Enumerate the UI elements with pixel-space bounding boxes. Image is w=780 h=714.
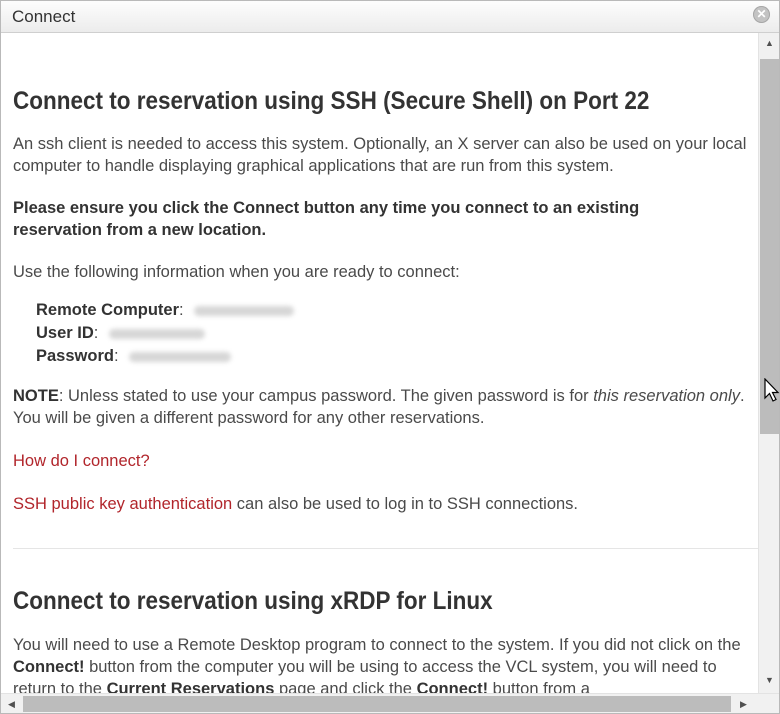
- scroll-down-arrow-icon[interactable]: ▼: [759, 672, 779, 689]
- remote-computer-value-redacted: [194, 305, 295, 316]
- current-reservations-bold: Current Reservations: [106, 680, 275, 693]
- ssh-warning: Please ensure you click the Connect butt…: [13, 199, 640, 239]
- password-label: Password: [36, 347, 114, 365]
- how-connect-row: How do I connect?: [13, 450, 758, 472]
- xrdp-heading: Connect to reservation using xRDP for Li…: [13, 587, 493, 615]
- password-row: Password:: [36, 345, 232, 367]
- xrdp-text-4: button from a: [488, 680, 590, 693]
- section-divider: [13, 548, 758, 549]
- connect-bold-1: Connect!: [13, 658, 85, 676]
- ssh-intro: An ssh client is needed to access this s…: [13, 135, 747, 175]
- password-value-redacted: [129, 351, 232, 362]
- xrdp-paragraph: You will need to use a Remote Desktop pr…: [13, 634, 758, 693]
- note-text-1: : Unless stated to use your campus passw…: [58, 387, 594, 405]
- vertical-scrollbar[interactable]: ▲ ▼: [758, 33, 779, 693]
- connect-bold-2: Connect!: [416, 680, 489, 693]
- user-id-label: User ID: [36, 324, 94, 342]
- note-label: NOTE: [13, 387, 59, 405]
- dialog-title: Connect: [12, 7, 76, 26]
- xrdp-text-1: You will need to use a Remote Desktop pr…: [13, 636, 741, 654]
- ssh-public-key-link[interactable]: SSH public key authentication: [13, 495, 232, 513]
- xrdp-text-3: page and click the: [274, 680, 417, 693]
- mouse-cursor-icon: [764, 378, 780, 402]
- remote-computer-label: Remote Computer: [36, 301, 180, 319]
- scroll-up-arrow-icon[interactable]: ▲: [759, 35, 779, 52]
- separator: :: [179, 301, 184, 319]
- dialog-content[interactable]: Connect to reservation using SSH (Secure…: [1, 33, 758, 693]
- how-do-i-connect-link[interactable]: How do I connect?: [13, 452, 150, 470]
- scroll-right-arrow-icon[interactable]: ▶: [735, 694, 752, 713]
- remote-computer-row: Remote Computer:: [36, 299, 295, 321]
- connect-dialog: Connect ✕ Connect to reservation using S…: [0, 0, 780, 714]
- separator: :: [93, 324, 99, 342]
- ssh-key-row: SSH public key authentication can also b…: [13, 493, 758, 515]
- separator: :: [113, 347, 119, 365]
- close-icon[interactable]: ✕: [753, 6, 770, 23]
- user-id-value-redacted: [108, 328, 205, 339]
- horizontal-scrollbar[interactable]: ◀ ▶: [1, 693, 779, 713]
- note-emphasis: this reservation only: [593, 387, 740, 405]
- horizontal-scroll-thumb[interactable]: [23, 696, 731, 712]
- info-intro: Use the following information when you a…: [13, 263, 460, 281]
- ssh-key-text: can also be used to log in to SSH connec…: [232, 495, 579, 513]
- dialog-titlebar[interactable]: Connect ✕: [1, 1, 779, 33]
- scroll-left-arrow-icon[interactable]: ◀: [3, 694, 20, 713]
- note-paragraph: NOTE: Unless stated to use your campus p…: [13, 385, 758, 429]
- user-id-row: User ID:: [36, 322, 205, 344]
- ssh-heading: Connect to reservation using SSH (Secure…: [13, 87, 650, 115]
